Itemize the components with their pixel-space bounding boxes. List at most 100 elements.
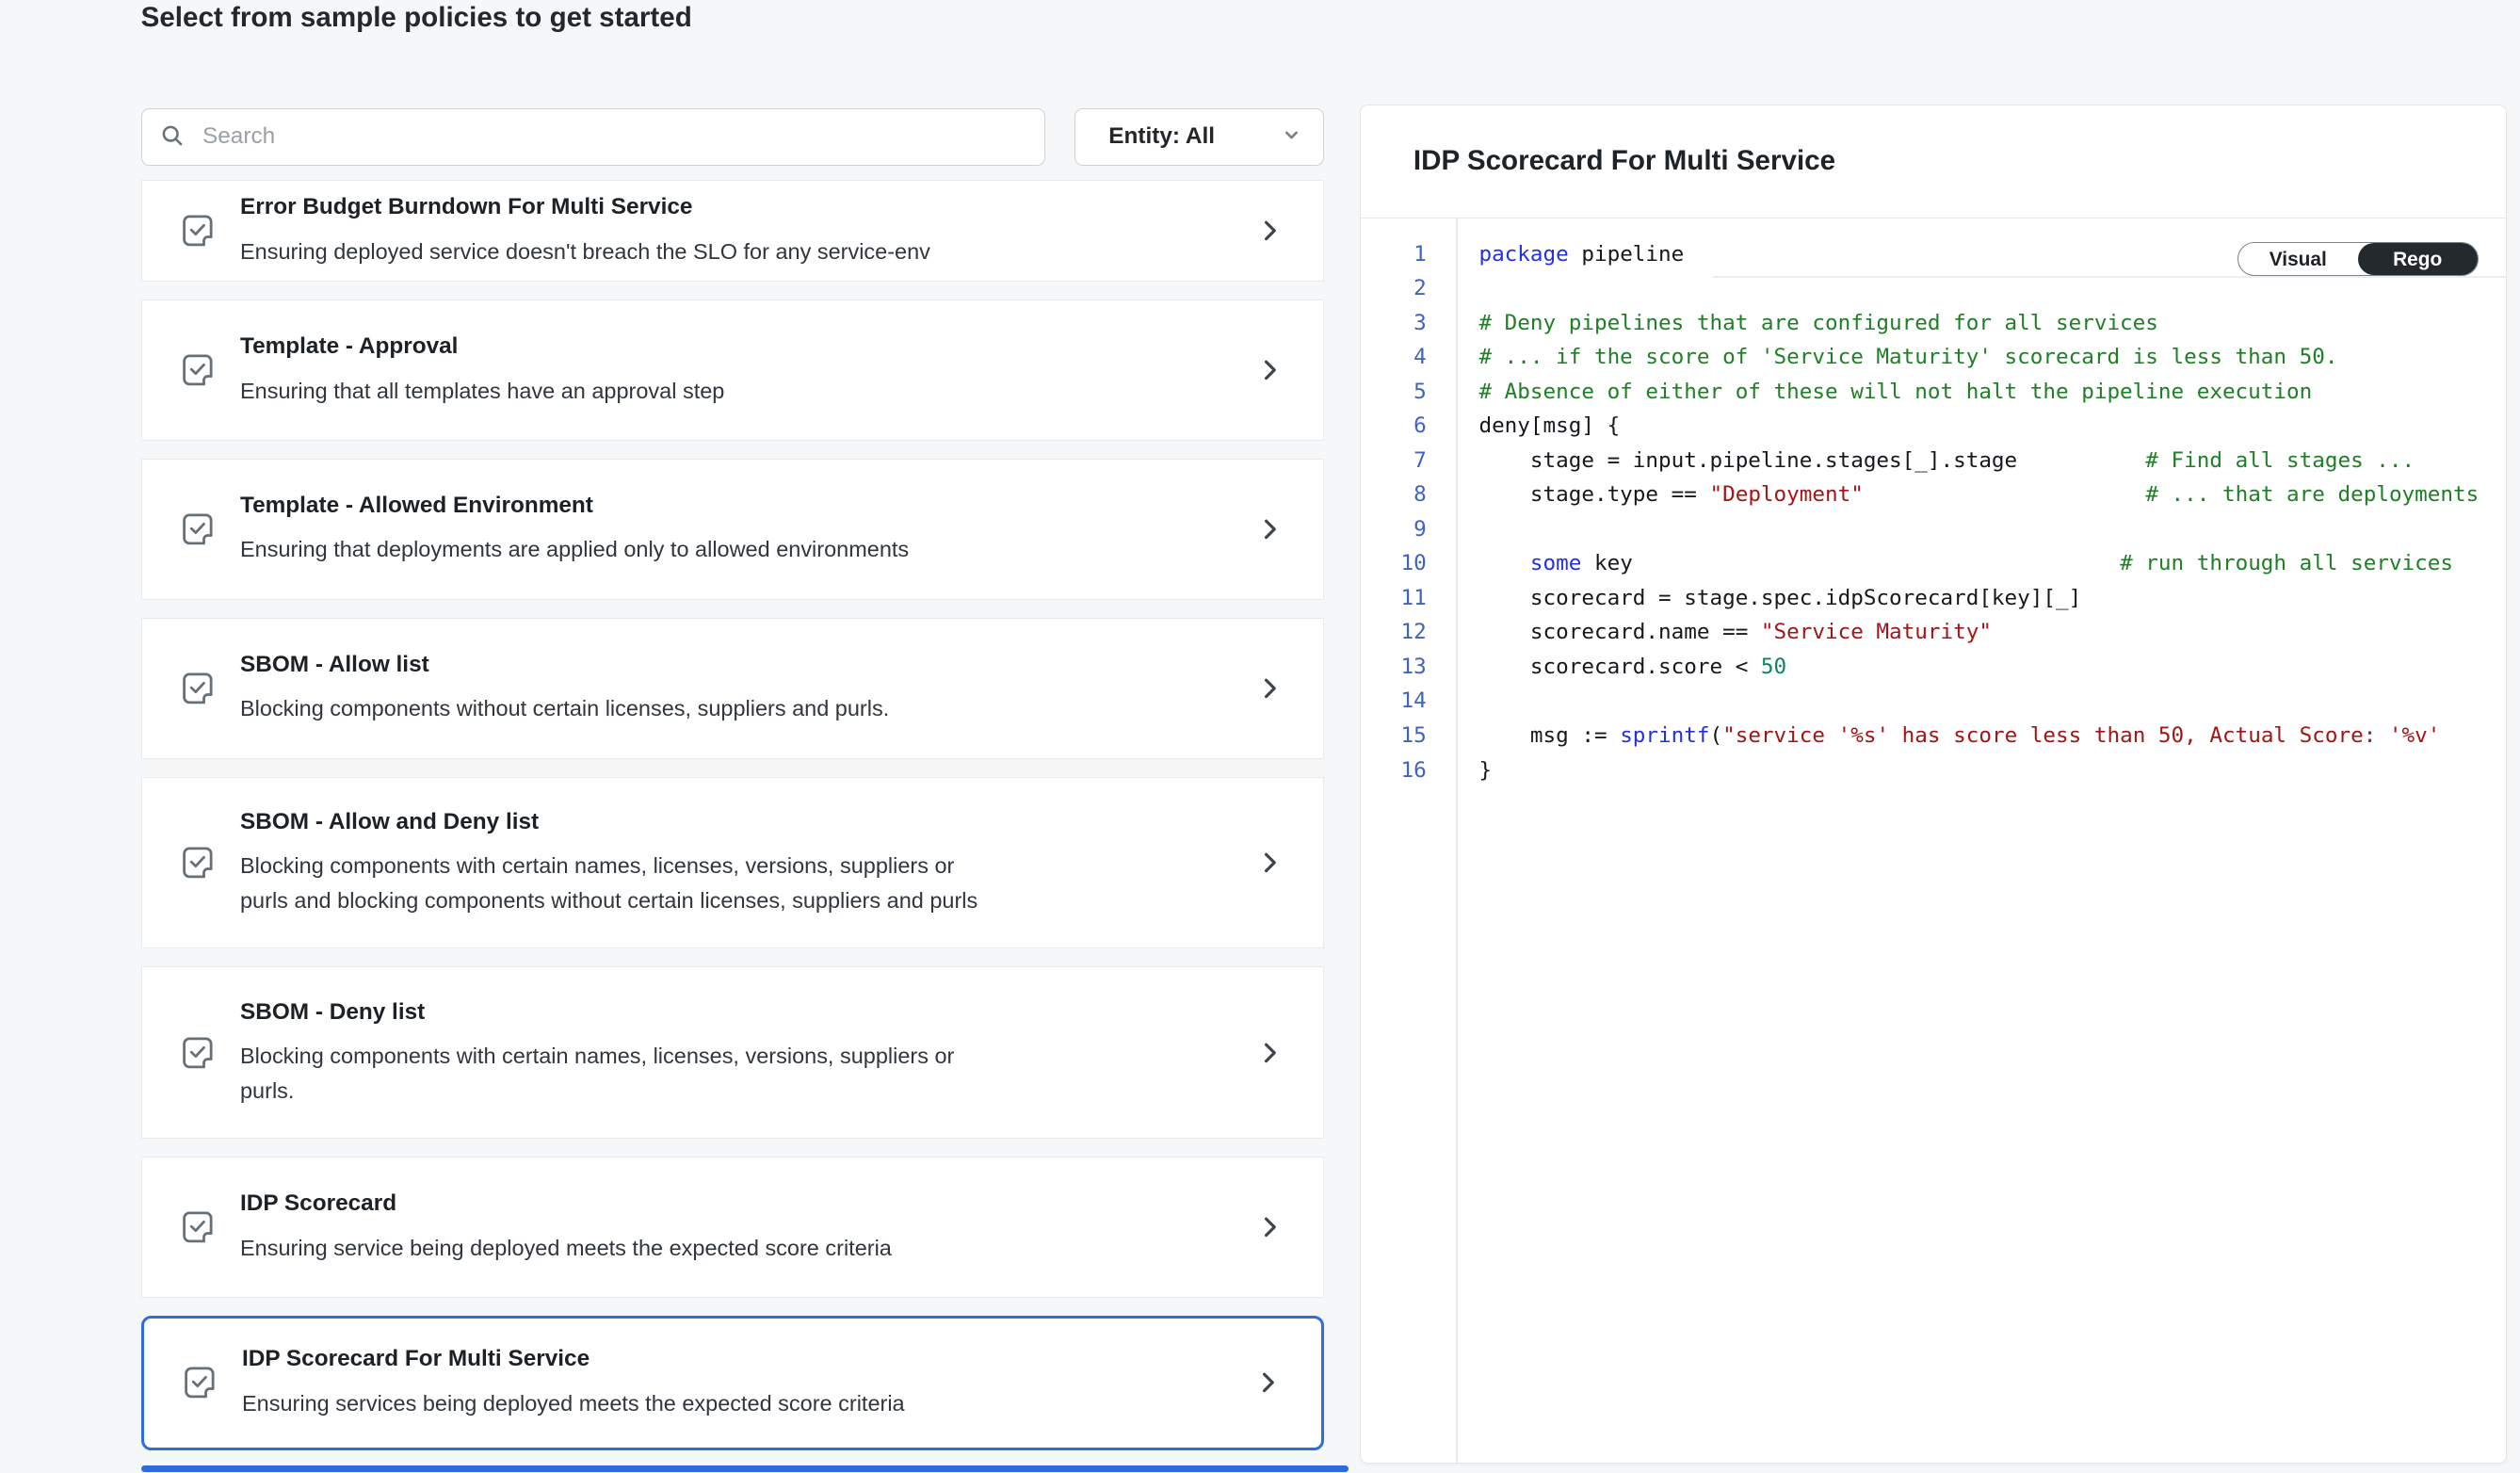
policy-text: SBOM - Allow list Blocking components wi… (240, 651, 1237, 726)
line-number: 12 (1361, 615, 1427, 650)
policy-title: Template - Allowed Environment (240, 492, 1237, 520)
policy-check-icon (178, 1207, 218, 1247)
search-input[interactable] (141, 108, 1045, 166)
line-content: # Deny pipelines that are configured for… (1478, 306, 2157, 341)
sample-policies-screen: Select from sample policies to get start… (0, 0, 2520, 1473)
chevron-right-icon[interactable] (1257, 516, 1284, 542)
policy-description: Blocking components without certain lice… (240, 691, 1237, 726)
entity-filter-dropdown[interactable]: Entity: All (1074, 108, 1323, 166)
code-line: 16 } (1361, 753, 2506, 788)
line-content: deny[msg] { (1478, 409, 1620, 444)
toggle-rego-button[interactable]: Rego (2358, 243, 2478, 276)
policy-title: Template - Approval (240, 332, 1237, 361)
detail-title: IDP Scorecard For Multi Service (1413, 145, 1835, 176)
line-number: 14 (1361, 684, 1427, 719)
search-box (141, 108, 1045, 166)
policy-text: IDP Scorecard Ensuring service being dep… (240, 1190, 1237, 1265)
line-number: 7 (1361, 444, 1427, 478)
line-content: some key # run through all services (1478, 546, 2453, 581)
line-number: 8 (1361, 478, 1427, 512)
policy-card[interactable]: Template - Allowed Environment Ensuring … (141, 459, 1324, 600)
policy-text: SBOM - Deny list Blocking components wit… (240, 998, 1237, 1109)
line-content: # ... if the score of 'Service Maturity'… (1478, 340, 2337, 375)
editor-header-divider (1713, 276, 2506, 278)
code-editor-lines: 1 package pipeline 2 3 # Deny pipelines … (1361, 237, 2506, 788)
chevron-down-icon (1282, 121, 1301, 152)
policy-check-icon (178, 211, 218, 251)
policy-card[interactable]: SBOM - Allow and Deny list Blocking comp… (141, 777, 1324, 949)
code-line: 5 # Absence of either of these will not … (1361, 375, 2506, 410)
policy-list: Error Budget Burndown For Multi Service … (141, 180, 1324, 1467)
line-number: 13 (1361, 650, 1427, 685)
page-title: Select from sample policies to get start… (141, 0, 692, 36)
code-editor: 1 package pipeline 2 3 # Deny pipelines … (1361, 219, 2506, 1462)
line-number: 1 (1361, 237, 1427, 272)
chevron-right-icon[interactable] (1257, 357, 1284, 383)
view-toggle: Visual Rego (2237, 242, 2479, 277)
line-number: 6 (1361, 409, 1427, 444)
policy-description: Ensuring deployed service doesn't breach… (240, 235, 1237, 269)
line-content: msg := sprintf("service '%s' has score l… (1478, 719, 2440, 753)
policy-check-icon (178, 843, 218, 882)
line-number: 2 (1361, 271, 1427, 306)
search-icon (159, 122, 186, 155)
code-line: 6 deny[msg] { (1361, 409, 2506, 444)
policy-check-icon (178, 350, 218, 390)
code-line: 3 # Deny pipelines that are configured f… (1361, 306, 2506, 341)
line-number: 10 (1361, 546, 1427, 581)
policy-card[interactable]: SBOM - Deny list Blocking components wit… (141, 966, 1324, 1139)
code-line: 11 scorecard = stage.spec.idpScorecard[k… (1361, 581, 2506, 616)
policy-description: Blocking components with certain names, … (240, 1039, 1237, 1108)
scroll-indicator[interactable] (141, 1465, 1349, 1472)
line-number: 16 (1361, 753, 1427, 788)
policy-card[interactable]: IDP Scorecard Ensuring service being dep… (141, 1157, 1324, 1298)
policy-title: IDP Scorecard For Multi Service (242, 1345, 1236, 1373)
line-content: # Absence of either of these will not ha… (1478, 375, 2312, 410)
policy-check-icon (178, 669, 218, 708)
chevron-right-icon[interactable] (1257, 1214, 1284, 1240)
policy-description: Ensuring that deployments are applied on… (240, 532, 1237, 567)
policy-description: Blocking components with certain names, … (240, 849, 1237, 917)
policy-check-icon (178, 1033, 218, 1073)
policy-text: IDP Scorecard For Multi Service Ensuring… (242, 1345, 1236, 1420)
policy-title: SBOM - Deny list (240, 998, 1237, 1027)
line-content: stage = input.pipeline.stages[_].stage #… (1478, 444, 2415, 478)
policy-description: Ensuring services being deployed meets t… (242, 1386, 1236, 1421)
policy-card[interactable]: Error Budget Burndown For Multi Service … (141, 180, 1324, 282)
policy-text: Error Budget Burndown For Multi Service … (240, 193, 1237, 268)
line-content: stage.type == "Deployment" # ... that ar… (1478, 478, 2479, 512)
chevron-right-icon[interactable] (1257, 675, 1284, 702)
code-line: 14 (1361, 684, 2506, 719)
policy-check-icon (180, 1363, 219, 1402)
detail-header: IDP Scorecard For Multi Service (1361, 105, 2506, 219)
policy-description: Ensuring that all templates have an appr… (240, 374, 1237, 409)
code-line: 13 scorecard.score < 50 (1361, 650, 2506, 685)
policy-check-icon (178, 510, 218, 549)
code-line: 7 stage = input.pipeline.stages[_].stage… (1361, 444, 2506, 478)
policy-card[interactable]: IDP Scorecard For Multi Service Ensuring… (141, 1316, 1324, 1450)
code-line: 8 stage.type == "Deployment" # ... that … (1361, 478, 2506, 512)
code-line: 12 scorecard.name == "Service Maturity" (1361, 615, 2506, 650)
line-content: package pipeline (1478, 237, 1684, 272)
policy-description: Ensuring service being deployed meets th… (240, 1231, 1237, 1266)
line-content: } (1478, 753, 1492, 788)
policy-title: Error Budget Burndown For Multi Service (240, 193, 1237, 221)
toggle-visual-button[interactable]: Visual (2238, 243, 2358, 276)
chevron-right-icon[interactable] (1257, 1040, 1284, 1066)
line-number: 11 (1361, 581, 1427, 616)
line-content: scorecard.name == "Service Maturity" (1478, 615, 1992, 650)
line-number: 4 (1361, 340, 1427, 375)
line-content: scorecard.score < 50 (1478, 650, 1786, 685)
code-line: 10 some key # run through all services (1361, 546, 2506, 581)
chevron-right-icon[interactable] (1257, 218, 1284, 244)
policy-title: SBOM - Allow and Deny list (240, 808, 1237, 836)
chevron-right-icon[interactable] (1257, 850, 1284, 876)
chevron-right-icon[interactable] (1255, 1369, 1282, 1396)
policy-card[interactable]: Template - Approval Ensuring that all te… (141, 299, 1324, 441)
line-number: 5 (1361, 375, 1427, 410)
policy-title: SBOM - Allow list (240, 651, 1237, 679)
line-number: 9 (1361, 512, 1427, 547)
policy-card[interactable]: SBOM - Allow list Blocking components wi… (141, 618, 1324, 759)
entity-filter-label: Entity: All (1108, 123, 1215, 150)
line-number: 15 (1361, 719, 1427, 753)
